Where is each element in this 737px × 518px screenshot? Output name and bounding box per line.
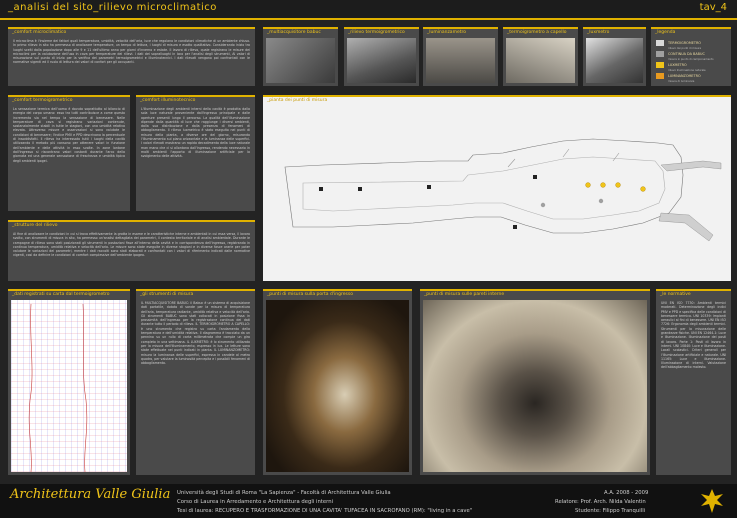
legend-label: CONTINUA DA BABUC <box>668 52 705 56</box>
luxmeter-photo <box>586 38 643 83</box>
instrument-lux-title: _luxmetro <box>587 30 610 35</box>
lighting-comfort-text: L'illuminazione degli ambienti interni d… <box>141 107 250 159</box>
lighting-comfort-panel: _comfort illuminotecnico L'illuminazione… <box>136 95 255 211</box>
comfort-text: Il microclima è l'insieme dei fattori qu… <box>13 39 250 65</box>
walls-panel: _punti di misura sulle pareti interne <box>420 289 650 475</box>
babuc-photo <box>266 38 335 83</box>
plan-marker <box>533 175 537 179</box>
plan-lux-point <box>615 182 621 188</box>
legend-item: TERMOIGROMETRO rilievo dei punti di misur… <box>656 40 701 50</box>
comfort-title: _comfort microclimatico <box>12 30 67 35</box>
comfort-panel: _comfort microclimatico Il microclima è … <box>8 27 255 86</box>
instrument-luminance-panel: _luminanzametro <box>423 27 498 86</box>
legend-sub: misure di luminanza <box>668 80 695 83</box>
norms-text: UNI EN ISO 7730: Ambienti termici modera… <box>661 301 726 370</box>
instrument-thermo-panel: _rilievo termoigrometrico <box>344 27 419 86</box>
entrance-photo <box>266 300 409 472</box>
plan-marker <box>358 187 362 191</box>
cave-plan-drawing <box>284 138 722 242</box>
plan-lux-point <box>640 186 646 192</box>
footer-course: Corso di Laurea in Arredamento e Archite… <box>177 499 334 505</box>
lighting-comfort-title: _comfort illuminotecnico <box>140 98 196 103</box>
footer-university: Università degli Studi di Roma "La Sapie… <box>177 490 391 496</box>
page-title: _analisi del sito_rilievo microclimatico <box>8 2 217 13</box>
structures-text: Al fine di analizzare le condizioni in c… <box>13 232 250 258</box>
documents-title: _gli strumenti di misura <box>140 292 194 297</box>
legend-item: CONTINUA DA BABUC misura in punto di camp… <box>656 51 714 61</box>
legend-item: LUMINANZOMETRO misure di luminanza <box>656 73 701 83</box>
legend-sub: rilievo illuminazione naturale <box>668 69 706 72</box>
thermo-record-trace <box>28 303 88 473</box>
thermo-record-panel: _dati registrati su carta dal termoigrom… <box>8 289 130 475</box>
instrument-lux-panel: _luxmetro <box>583 27 646 86</box>
structures-panel: _strutture del rilievo Al fine di analiz… <box>8 220 255 281</box>
walls-title: _punti di misura sulle pareti interne <box>424 292 505 297</box>
instrument-babuc-panel: _multiacquisitore babuc <box>263 27 338 86</box>
footer-advisor: Relatore: Prof. Arch. Nilda Valentin <box>555 499 646 505</box>
legend-panel: _legenda TERMOIGROMETRO rilievo dei punti… <box>651 27 731 86</box>
thermo-record-title: _dati registrati su carta dal termoigrom… <box>12 292 110 297</box>
legend-swatch <box>656 40 664 46</box>
norms-panel: _le normative UNI EN ISO 7730: Ambienti … <box>656 289 731 475</box>
instrument-luminance-title: _luminanzametro <box>427 30 466 35</box>
thermo-comfort-text: La sensazione termica dell'uomo è dovuta… <box>13 107 125 163</box>
instrument-babuc-title: _multiacquisitore babuc <box>267 30 321 35</box>
entrance-panel: _punti di misura sulla porta d'ingresso <box>263 289 412 475</box>
thermo-photo <box>347 38 416 83</box>
legend-swatch <box>656 73 664 79</box>
hair-hygrometer-photo <box>506 38 575 83</box>
plan-babuc-point <box>540 202 546 208</box>
documents-panel: _gli strumenti di misura IL MULTIACQUISI… <box>136 289 255 475</box>
luminance-photo <box>426 38 495 83</box>
instrument-thermo-title: _rilievo termoigrometrico <box>348 30 405 35</box>
footer-thesis: Tesi di laurea: RECUPERO E TRASFORMAZION… <box>177 508 473 514</box>
plan-babuc-point <box>598 198 604 204</box>
plan-title: _pianta dei punti di misura <box>267 98 328 103</box>
plan-lux-point <box>585 182 591 188</box>
faculty-logo: Architettura Valle Giulia <box>10 487 171 502</box>
legend-swatch <box>656 51 664 57</box>
structures-title: _strutture del rilievo <box>12 223 58 228</box>
legend-swatch <box>656 62 664 68</box>
legend-sub: rilievo dei punti di misura <box>668 47 702 50</box>
legend-label: LUXMETRO <box>668 63 687 67</box>
thermo-comfort-title: _comfort termoigrometrico <box>12 98 73 103</box>
sapienza-emblem-icon <box>701 489 723 513</box>
documents-text: IL MULTIACQUISITORE BABUC: il Babuc è un… <box>141 301 250 366</box>
plan-marker <box>319 187 323 191</box>
plan-panel: _pianta dei punti di misura <box>263 95 731 281</box>
instrument-hair-title: _termoigrometro a capello <box>507 30 567 35</box>
legend-label: TERMOIGROMETRO <box>668 41 701 45</box>
legend-item: LUXMETRO rilievo illuminazione naturale <box>656 62 706 72</box>
plan-marker <box>427 185 431 189</box>
plan-lux-point <box>600 182 606 188</box>
entrance-title: _punti di misura sulla porta d'ingresso <box>267 292 353 297</box>
instrument-hair-panel: _termoigrometro a capello <box>503 27 578 86</box>
norms-title: _le normative <box>660 292 691 297</box>
legend-label: LUMINANZOMETRO <box>668 74 701 78</box>
footer-year: A.A. 2008 - 2009 <box>604 490 649 496</box>
sheet-number: tav_4 <box>699 2 727 13</box>
thermo-record-paper <box>11 300 127 473</box>
walls-photo <box>423 300 647 472</box>
legend-title: _legenda <box>655 30 676 35</box>
thermo-comfort-panel: _comfort termoigrometrico La sensazione … <box>8 95 130 211</box>
plan-marker <box>513 225 517 229</box>
legend-sub: misura in punto di campionamento <box>668 58 714 61</box>
footer-student: Studente: Filippo Tranquilli <box>575 508 646 514</box>
